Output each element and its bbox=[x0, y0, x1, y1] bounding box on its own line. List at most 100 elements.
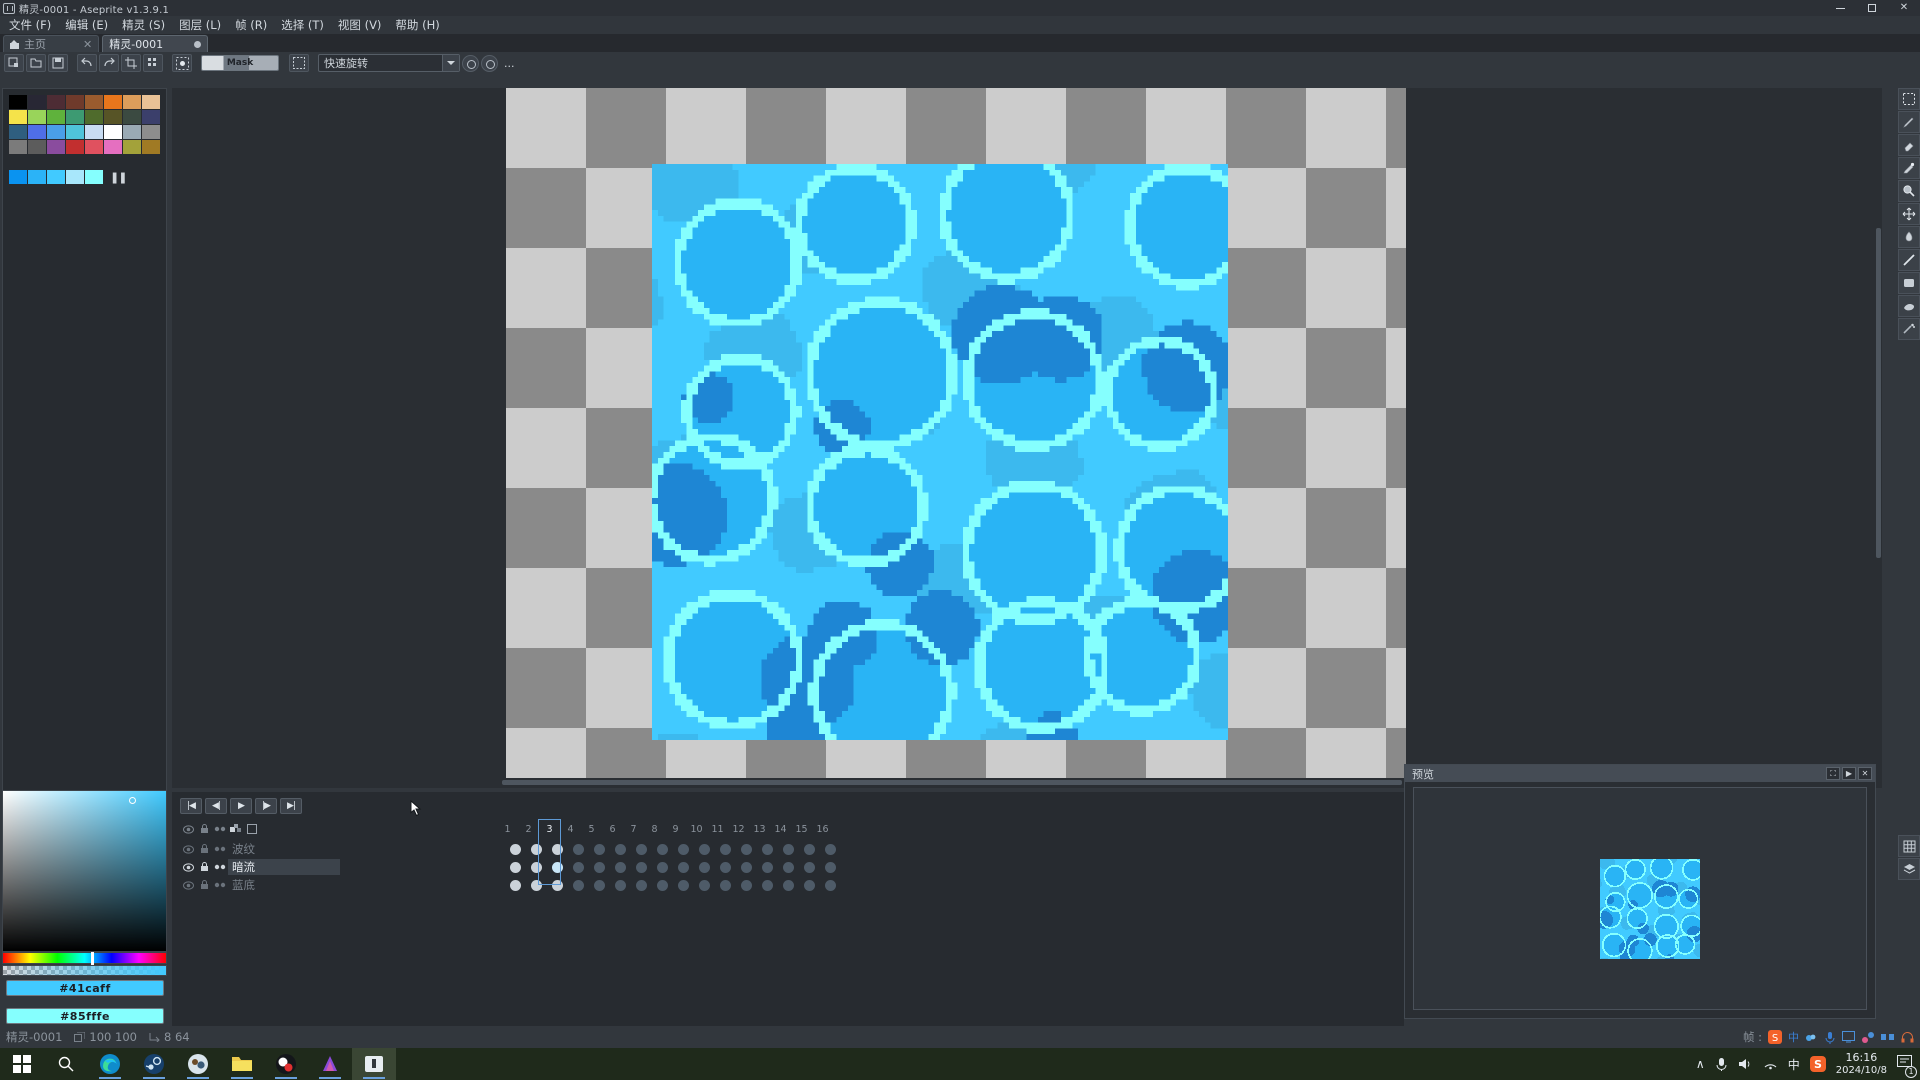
search-button[interactable] bbox=[44, 1048, 88, 1080]
start-button[interactable] bbox=[0, 1048, 44, 1080]
timeline-cel[interactable] bbox=[610, 840, 631, 858]
timeline-cel[interactable] bbox=[694, 858, 715, 876]
ime-cn-icon[interactable]: 中 bbox=[1788, 1056, 1800, 1073]
taskbar-app[interactable] bbox=[308, 1048, 352, 1080]
palette-swatch[interactable] bbox=[85, 110, 103, 124]
timeline-layer-row[interactable]: 暗流 bbox=[180, 858, 836, 876]
weather-icon[interactable] bbox=[1805, 1031, 1818, 1044]
palette-swatch[interactable] bbox=[9, 125, 27, 139]
layer-continuous-icon[interactable] bbox=[212, 860, 228, 874]
timeline-cel[interactable] bbox=[799, 858, 820, 876]
grid-settings-icon[interactable] bbox=[1898, 835, 1920, 857]
volume-icon[interactable] bbox=[1738, 1057, 1753, 1071]
mask-gradient-widget[interactable]: Mask bbox=[201, 55, 279, 71]
modified-dot[interactable] bbox=[194, 40, 202, 48]
redo-button[interactable] bbox=[99, 54, 119, 72]
menu-view[interactable]: 视图 (V) bbox=[331, 15, 389, 36]
timeline-cel[interactable] bbox=[673, 858, 694, 876]
undo-button[interactable] bbox=[77, 54, 97, 72]
timeline-cel[interactable] bbox=[547, 840, 568, 858]
frame-number[interactable]: 1 bbox=[497, 822, 518, 836]
foreground-color-field[interactable]: #41caff bbox=[6, 980, 164, 996]
palette-swatch[interactable] bbox=[66, 140, 84, 154]
palette-swatch[interactable] bbox=[47, 95, 65, 109]
timeline-cel[interactable] bbox=[799, 876, 820, 894]
zoom-icon[interactable] bbox=[1898, 180, 1920, 202]
menu-help[interactable]: 帮助 (H) bbox=[388, 15, 446, 36]
layer-visibility-icon[interactable] bbox=[180, 878, 196, 892]
taskbar-aseprite[interactable] bbox=[352, 1048, 396, 1080]
frame-number[interactable]: 8 bbox=[644, 822, 665, 836]
palette-pause-icon[interactable]: ❚❚ bbox=[110, 171, 127, 184]
monitor-icon[interactable] bbox=[1842, 1031, 1855, 1043]
palette-swatch[interactable] bbox=[85, 140, 103, 154]
timeline-cel[interactable] bbox=[820, 858, 841, 876]
toggle-all-visibility-icon[interactable] bbox=[180, 822, 196, 836]
paint-bucket-icon[interactable] bbox=[1898, 226, 1920, 248]
palette-swatch[interactable] bbox=[47, 170, 65, 184]
palette-swatch[interactable] bbox=[142, 110, 160, 124]
pencil-icon[interactable] bbox=[1898, 111, 1920, 133]
timeline-cel[interactable] bbox=[652, 858, 673, 876]
taskbar-clock[interactable]: 16:16 2024/10/8 bbox=[1836, 1051, 1887, 1077]
timeline-cel[interactable] bbox=[736, 858, 757, 876]
timeline-cel[interactable] bbox=[610, 876, 631, 894]
sogou-icon[interactable]: S bbox=[1809, 1056, 1826, 1072]
toggle-all-continuous-icon[interactable] bbox=[212, 822, 228, 836]
palette-swatch[interactable] bbox=[123, 140, 141, 154]
tray-expand-icon[interactable]: ∧ bbox=[1696, 1057, 1705, 1071]
palette-swatch[interactable] bbox=[142, 95, 160, 109]
layer-visibility-icon[interactable] bbox=[180, 842, 196, 856]
notification-center-button[interactable]: 1 bbox=[1897, 1054, 1917, 1078]
timeline-cel[interactable] bbox=[778, 876, 799, 894]
crop-button[interactable] bbox=[121, 54, 141, 72]
frame-number[interactable]: 3 bbox=[539, 822, 560, 836]
timeline-cel[interactable] bbox=[568, 858, 589, 876]
timeline-cel[interactable] bbox=[631, 876, 652, 894]
play-button[interactable]: ▶ bbox=[230, 798, 252, 814]
palette-swatch[interactable] bbox=[28, 110, 46, 124]
sogou-icon[interactable]: S bbox=[1768, 1030, 1782, 1044]
frame-number[interactable]: 7 bbox=[623, 822, 644, 836]
timeline-cel[interactable] bbox=[757, 858, 778, 876]
quick-rotate-dropdown[interactable]: 快速旋转 bbox=[318, 54, 460, 72]
frame-number[interactable]: 12 bbox=[728, 822, 749, 836]
taskbar-explorer[interactable] bbox=[220, 1048, 264, 1080]
new-sprite-button[interactable] bbox=[4, 54, 24, 72]
layer-name[interactable]: 蓝底 bbox=[228, 877, 340, 893]
goto-last-frame-button[interactable]: ▶| bbox=[280, 798, 302, 814]
menu-edit[interactable]: 编辑 (E) bbox=[58, 15, 115, 36]
frame-number[interactable]: 5 bbox=[581, 822, 602, 836]
timeline-cel[interactable] bbox=[799, 840, 820, 858]
timeline-cel[interactable] bbox=[652, 840, 673, 858]
timeline-cel[interactable] bbox=[652, 876, 673, 894]
sprite-canvas[interactable] bbox=[652, 164, 1228, 740]
palette-swatch[interactable] bbox=[85, 170, 103, 184]
timeline-cel[interactable] bbox=[694, 840, 715, 858]
minimize-button[interactable] bbox=[1824, 0, 1856, 16]
frame-number[interactable]: 2 bbox=[518, 822, 539, 836]
timeline-cel[interactable] bbox=[736, 876, 757, 894]
new-layer-icon[interactable] bbox=[244, 822, 260, 836]
background-color-field[interactable]: #85fffe bbox=[6, 1008, 164, 1024]
document-tab-0[interactable]: 主页 ✕ bbox=[3, 35, 100, 52]
timeline-cel[interactable] bbox=[547, 876, 568, 894]
frame-number[interactable]: 13 bbox=[749, 822, 770, 836]
chevron-down-icon[interactable] bbox=[442, 55, 459, 71]
palette-swatch[interactable] bbox=[28, 95, 46, 109]
taskbar-game[interactable] bbox=[176, 1048, 220, 1080]
palette-swatch[interactable] bbox=[142, 140, 160, 154]
palette-swatch[interactable] bbox=[104, 110, 122, 124]
palette-swatch[interactable] bbox=[142, 125, 160, 139]
palette-swatch[interactable] bbox=[104, 95, 122, 109]
headphones-icon[interactable] bbox=[1901, 1031, 1914, 1044]
microphone-icon[interactable] bbox=[1824, 1031, 1836, 1044]
toggle-all-lock-icon[interactable] bbox=[196, 822, 212, 836]
timeline-cel[interactable] bbox=[631, 840, 652, 858]
layer-continuous-icon[interactable] bbox=[212, 842, 228, 856]
timeline-cel[interactable] bbox=[736, 840, 757, 858]
palette-swatch[interactable] bbox=[85, 125, 103, 139]
save-sprite-button[interactable] bbox=[48, 54, 68, 72]
layer-name[interactable]: 暗流 bbox=[228, 859, 340, 875]
palette-swatch[interactable] bbox=[28, 170, 46, 184]
